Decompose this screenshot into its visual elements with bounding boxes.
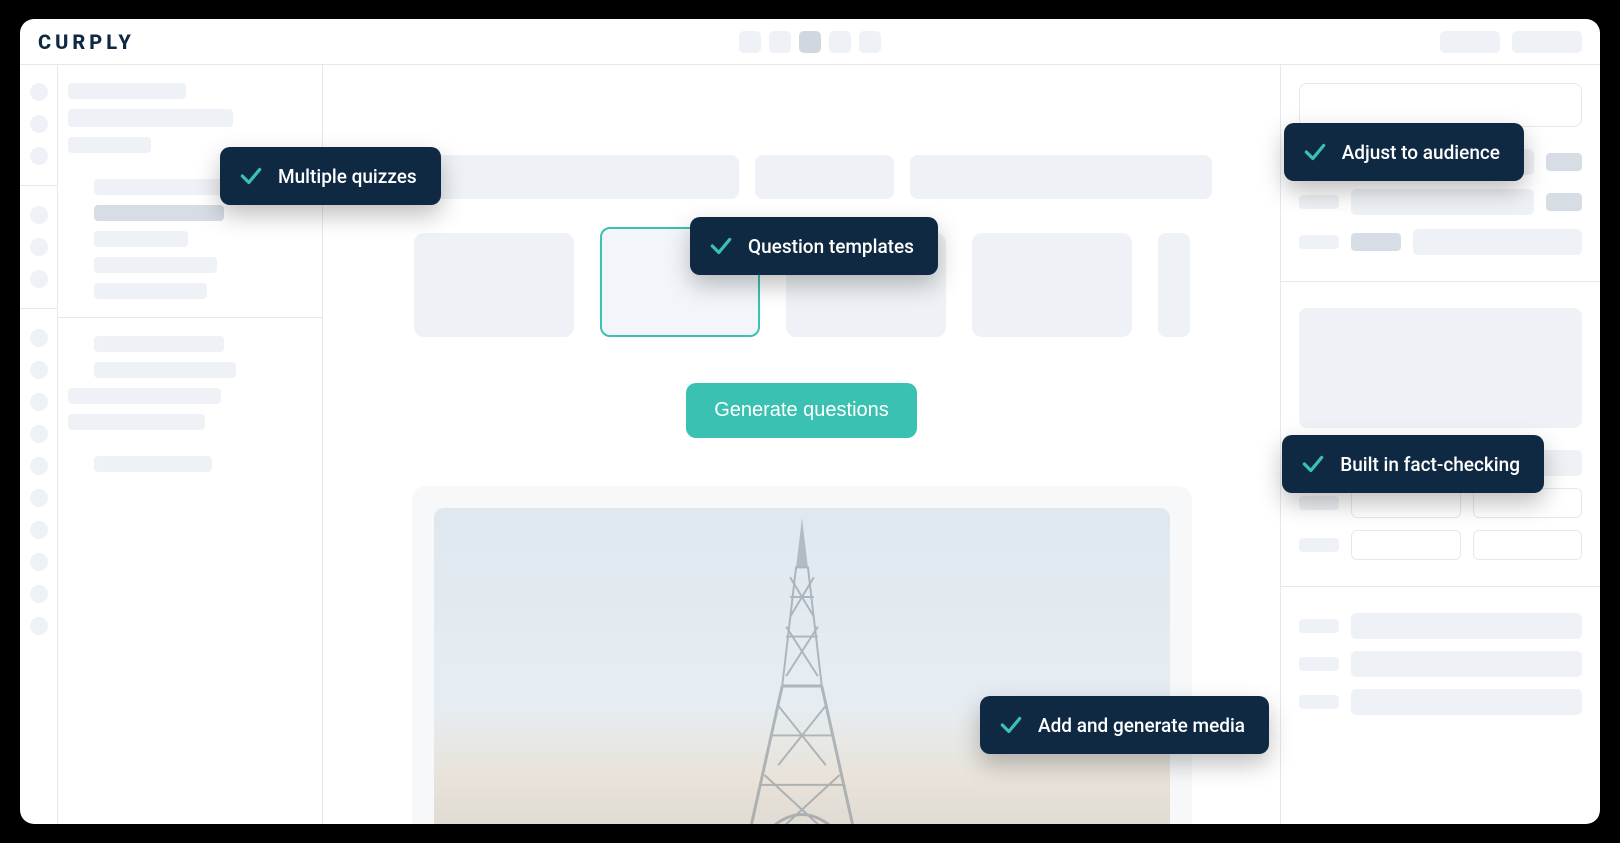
- sidebar-item[interactable]: [68, 83, 186, 99]
- sidebar-sub-item[interactable]: [94, 283, 207, 299]
- top-tab[interactable]: [829, 31, 851, 53]
- eiffel-tower-icon: [662, 508, 942, 824]
- rail-item[interactable]: [30, 238, 48, 256]
- brand-logo: CURPLY: [38, 30, 135, 54]
- top-center-tabs: [739, 31, 881, 53]
- callout-question-templates: Question templates: [690, 217, 938, 275]
- category-tabs: [392, 155, 1212, 199]
- panel-divider: [1281, 586, 1600, 587]
- sidebar-item[interactable]: [68, 414, 205, 430]
- callout-adjust-audience: Adjust to audience: [1284, 123, 1524, 181]
- panel-divider: [1281, 281, 1600, 282]
- rail-item[interactable]: [30, 393, 48, 411]
- callout-label: Built in fact-checking: [1340, 453, 1520, 476]
- check-icon: [1302, 139, 1328, 165]
- callout-fact-checking: Built in fact-checking: [1282, 435, 1544, 493]
- check-icon: [708, 233, 734, 259]
- media-image[interactable]: [434, 508, 1170, 824]
- callout-label: Adjust to audience: [1342, 141, 1500, 164]
- panel-chip[interactable]: [1546, 193, 1582, 211]
- rail-item[interactable]: [30, 206, 48, 224]
- sidebar-sub-item-active[interactable]: [94, 205, 224, 221]
- rail-item[interactable]: [30, 425, 48, 443]
- panel-label: [1299, 695, 1339, 709]
- rail-item[interactable]: [30, 521, 48, 539]
- app-window: CURPLY: [20, 19, 1600, 824]
- rail-item[interactable]: [30, 147, 48, 165]
- top-control[interactable]: [1440, 31, 1500, 53]
- panel-field[interactable]: [1413, 229, 1582, 255]
- rail-item[interactable]: [30, 361, 48, 379]
- template-card-more[interactable]: [1158, 233, 1190, 337]
- rail-item[interactable]: [30, 270, 48, 288]
- sidebar-item[interactable]: [68, 388, 221, 404]
- category-tab[interactable]: [392, 155, 740, 199]
- panel-label: [1299, 195, 1339, 209]
- callout-label: Multiple quizzes: [278, 165, 417, 188]
- rail-item[interactable]: [30, 553, 48, 571]
- panel-label: [1299, 619, 1339, 633]
- rail-item[interactable]: [30, 457, 48, 475]
- panel-input[interactable]: [1351, 530, 1461, 560]
- sidebar-item[interactable]: [68, 109, 233, 127]
- panel-label: [1299, 538, 1339, 552]
- callout-add-media: Add and generate media: [980, 696, 1269, 754]
- panel-chip[interactable]: [1546, 153, 1582, 171]
- template-card[interactable]: [972, 233, 1132, 337]
- template-card[interactable]: [414, 233, 574, 337]
- rail-item[interactable]: [30, 489, 48, 507]
- panel-search[interactable]: [1299, 83, 1582, 127]
- sidebar-sub-item[interactable]: [94, 456, 212, 472]
- panel-label: [1299, 657, 1339, 671]
- top-tab-active[interactable]: [799, 31, 821, 53]
- panel-section: [1299, 613, 1582, 715]
- panel-label: [1299, 496, 1339, 510]
- generate-questions-button[interactable]: Generate questions: [686, 383, 917, 438]
- top-right-controls: [1440, 31, 1582, 53]
- rail-divider: [20, 185, 57, 186]
- sidebar-item[interactable]: [68, 137, 151, 153]
- panel-label: [1299, 235, 1339, 249]
- check-icon: [1300, 451, 1326, 477]
- check-icon: [998, 712, 1024, 738]
- sidebar-sub-item[interactable]: [94, 179, 236, 195]
- panel-chip[interactable]: [1351, 233, 1401, 251]
- top-tab[interactable]: [769, 31, 791, 53]
- rail-item[interactable]: [30, 585, 48, 603]
- media-preview-card: [412, 486, 1192, 824]
- panel-input[interactable]: [1473, 530, 1583, 560]
- top-control[interactable]: [1512, 31, 1582, 53]
- sidebar-sub-item[interactable]: [94, 231, 188, 247]
- top-bar: CURPLY: [20, 19, 1600, 65]
- sidebar-item[interactable]: [94, 336, 224, 352]
- sidebar-sub-item[interactable]: [94, 257, 217, 273]
- category-tab[interactable]: [755, 155, 894, 199]
- panel-field[interactable]: [1351, 689, 1582, 715]
- panel-preview: [1299, 308, 1582, 428]
- top-tab[interactable]: [859, 31, 881, 53]
- panel-field[interactable]: [1351, 613, 1582, 639]
- panel-field[interactable]: [1351, 651, 1582, 677]
- sidebar-divider: [58, 317, 322, 318]
- sidebar-item[interactable]: [94, 362, 236, 378]
- callout-label: Question templates: [748, 235, 914, 258]
- panel-field[interactable]: [1351, 189, 1534, 215]
- rail-item[interactable]: [30, 617, 48, 635]
- callout-label: Add and generate media: [1038, 714, 1245, 737]
- rail-item[interactable]: [30, 115, 48, 133]
- rail-divider: [20, 308, 57, 309]
- check-icon: [238, 163, 264, 189]
- top-tab[interactable]: [739, 31, 761, 53]
- mini-rail: [20, 65, 58, 824]
- rail-item[interactable]: [30, 329, 48, 347]
- callout-multiple-quizzes: Multiple quizzes: [220, 147, 441, 205]
- category-tab[interactable]: [910, 155, 1211, 199]
- rail-item[interactable]: [30, 83, 48, 101]
